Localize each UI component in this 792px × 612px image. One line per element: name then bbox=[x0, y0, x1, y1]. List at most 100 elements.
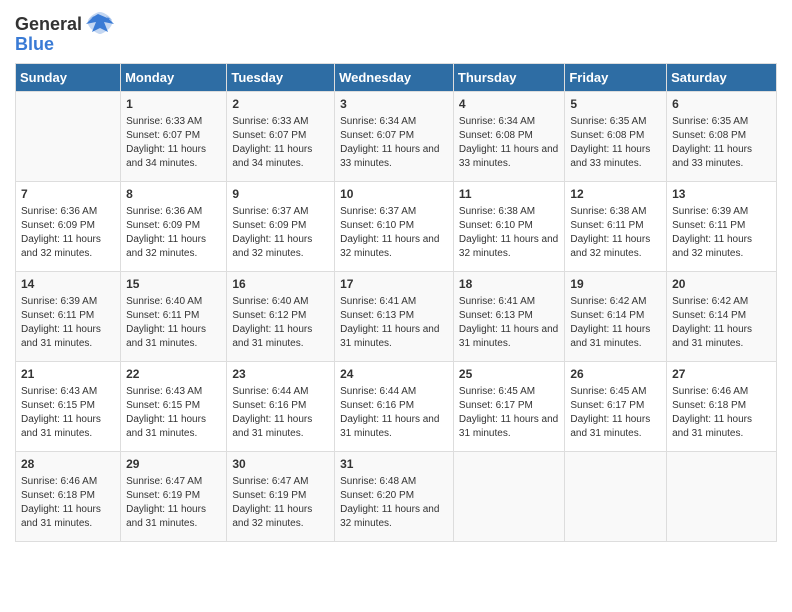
day-number: 23 bbox=[232, 366, 329, 383]
header-wednesday: Wednesday bbox=[335, 64, 454, 92]
calendar-cell bbox=[453, 452, 564, 542]
calendar-cell: 5 Sunrise: 6:35 AMSunset: 6:08 PMDaylight… bbox=[565, 92, 667, 182]
day-info: Sunrise: 6:35 AMSunset: 6:08 PMDaylight:… bbox=[570, 115, 661, 171]
day-number: 26 bbox=[570, 366, 661, 383]
calendar-cell: 2 Sunrise: 6:33 AMSunset: 6:07 PMDaylight… bbox=[227, 92, 335, 182]
day-number: 12 bbox=[570, 186, 661, 203]
day-number: 30 bbox=[232, 456, 329, 473]
day-info: Sunrise: 6:38 AMSunset: 6:10 PMDaylight:… bbox=[459, 205, 559, 261]
calendar-cell: 1 Sunrise: 6:33 AMSunset: 6:07 PMDaylight… bbox=[121, 92, 227, 182]
day-number: 14 bbox=[21, 276, 115, 293]
day-number: 3 bbox=[340, 96, 448, 113]
calendar-cell: 18 Sunrise: 6:41 AMSunset: 6:13 PMDayligh… bbox=[453, 272, 564, 362]
calendar-cell: 23 Sunrise: 6:44 AMSunset: 6:16 PMDayligh… bbox=[227, 362, 335, 452]
header-friday: Friday bbox=[565, 64, 667, 92]
page-header: General Blue bbox=[15, 10, 777, 55]
calendar-cell: 27 Sunrise: 6:46 AMSunset: 6:18 PMDayligh… bbox=[667, 362, 777, 452]
calendar-cell: 13 Sunrise: 6:39 AMSunset: 6:11 PMDayligh… bbox=[667, 182, 777, 272]
day-info: Sunrise: 6:47 AMSunset: 6:19 PMDaylight:… bbox=[126, 475, 221, 531]
day-number: 31 bbox=[340, 456, 448, 473]
day-info: Sunrise: 6:39 AMSunset: 6:11 PMDaylight:… bbox=[672, 205, 771, 261]
day-number: 7 bbox=[21, 186, 115, 203]
day-number: 22 bbox=[126, 366, 221, 383]
day-info: Sunrise: 6:40 AMSunset: 6:11 PMDaylight:… bbox=[126, 295, 221, 351]
logo-bird-icon bbox=[84, 10, 116, 38]
calendar-cell: 4Sunrise: 6:34 AMSunset: 6:08 PMDaylight… bbox=[453, 92, 564, 182]
calendar-cell: 17Sunrise: 6:41 AMSunset: 6:13 PMDayligh… bbox=[335, 272, 454, 362]
calendar-cell: 7 Sunrise: 6:36 AMSunset: 6:09 PMDaylight… bbox=[16, 182, 121, 272]
header-tuesday: Tuesday bbox=[227, 64, 335, 92]
day-number: 29 bbox=[126, 456, 221, 473]
day-info: Sunrise: 6:43 AMSunset: 6:15 PMDaylight:… bbox=[126, 385, 221, 441]
calendar-cell: 26 Sunrise: 6:45 AMSunset: 6:17 PMDayligh… bbox=[565, 362, 667, 452]
calendar-cell: 12Sunrise: 6:38 AMSunset: 6:11 PMDayligh… bbox=[565, 182, 667, 272]
calendar-cell: 10Sunrise: 6:37 AMSunset: 6:10 PMDayligh… bbox=[335, 182, 454, 272]
calendar-week-row: 7 Sunrise: 6:36 AMSunset: 6:09 PMDaylight… bbox=[16, 182, 777, 272]
calendar-cell: 31 Sunrise: 6:48 AMSunset: 6:20 PMDayligh… bbox=[335, 452, 454, 542]
calendar-week-row: 1 Sunrise: 6:33 AMSunset: 6:07 PMDaylight… bbox=[16, 92, 777, 182]
day-info: Sunrise: 6:33 AMSunset: 6:07 PMDaylight:… bbox=[232, 115, 329, 171]
day-info: Sunrise: 6:45 AMSunset: 6:17 PMDaylight:… bbox=[570, 385, 661, 441]
day-number: 25 bbox=[459, 366, 559, 383]
day-number: 27 bbox=[672, 366, 771, 383]
calendar-cell: 9Sunrise: 6:37 AMSunset: 6:09 PMDaylight… bbox=[227, 182, 335, 272]
day-number: 2 bbox=[232, 96, 329, 113]
logo-text: General bbox=[15, 14, 82, 35]
calendar-week-row: 21 Sunrise: 6:43 AMSunset: 6:15 PMDayligh… bbox=[16, 362, 777, 452]
day-number: 24 bbox=[340, 366, 448, 383]
day-info: Sunrise: 6:35 AMSunset: 6:08 PMDaylight:… bbox=[672, 115, 771, 171]
day-number: 13 bbox=[672, 186, 771, 203]
day-info: Sunrise: 6:45 AMSunset: 6:17 PMDaylight:… bbox=[459, 385, 559, 441]
calendar-week-row: 28Sunrise: 6:46 AMSunset: 6:18 PMDayligh… bbox=[16, 452, 777, 542]
day-info: Sunrise: 6:44 AMSunset: 6:16 PMDaylight:… bbox=[232, 385, 329, 441]
day-info: Sunrise: 6:33 AMSunset: 6:07 PMDaylight:… bbox=[126, 115, 221, 171]
day-info: Sunrise: 6:47 AMSunset: 6:19 PMDaylight:… bbox=[232, 475, 329, 531]
day-info: Sunrise: 6:46 AMSunset: 6:18 PMDaylight:… bbox=[21, 475, 115, 531]
calendar-cell: 20Sunrise: 6:42 AMSunset: 6:14 PMDayligh… bbox=[667, 272, 777, 362]
day-info: Sunrise: 6:46 AMSunset: 6:18 PMDaylight:… bbox=[672, 385, 771, 441]
calendar-cell bbox=[16, 92, 121, 182]
calendar-cell: 30 Sunrise: 6:47 AMSunset: 6:19 PMDayligh… bbox=[227, 452, 335, 542]
calendar-cell: 6 Sunrise: 6:35 AMSunset: 6:08 PMDaylight… bbox=[667, 92, 777, 182]
day-info: Sunrise: 6:44 AMSunset: 6:16 PMDaylight:… bbox=[340, 385, 448, 441]
header-thursday: Thursday bbox=[453, 64, 564, 92]
day-info: Sunrise: 6:41 AMSunset: 6:13 PMDaylight:… bbox=[459, 295, 559, 351]
day-number: 15 bbox=[126, 276, 221, 293]
header-saturday: Saturday bbox=[667, 64, 777, 92]
calendar-cell: 3Sunrise: 6:34 AMSunset: 6:07 PMDaylight… bbox=[335, 92, 454, 182]
calendar-cell: 8 Sunrise: 6:36 AMSunset: 6:09 PMDaylight… bbox=[121, 182, 227, 272]
calendar-cell: 15 Sunrise: 6:40 AMSunset: 6:11 PMDayligh… bbox=[121, 272, 227, 362]
header-sunday: Sunday bbox=[16, 64, 121, 92]
logo-blue-text: Blue bbox=[15, 34, 54, 55]
calendar-cell: 29 Sunrise: 6:47 AMSunset: 6:19 PMDayligh… bbox=[121, 452, 227, 542]
day-info: Sunrise: 6:37 AMSunset: 6:09 PMDaylight:… bbox=[232, 205, 329, 261]
calendar-cell: 19Sunrise: 6:42 AMSunset: 6:14 PMDayligh… bbox=[565, 272, 667, 362]
day-info: Sunrise: 6:48 AMSunset: 6:20 PMDaylight:… bbox=[340, 475, 448, 531]
day-number: 1 bbox=[126, 96, 221, 113]
day-info: Sunrise: 6:37 AMSunset: 6:10 PMDaylight:… bbox=[340, 205, 448, 261]
day-info: Sunrise: 6:40 AMSunset: 6:12 PMDaylight:… bbox=[232, 295, 329, 351]
day-info: Sunrise: 6:43 AMSunset: 6:15 PMDaylight:… bbox=[21, 385, 115, 441]
day-number: 21 bbox=[21, 366, 115, 383]
day-number: 4 bbox=[459, 96, 559, 113]
calendar-cell: 25 Sunrise: 6:45 AMSunset: 6:17 PMDayligh… bbox=[453, 362, 564, 452]
day-number: 8 bbox=[126, 186, 221, 203]
day-info: Sunrise: 6:39 AMSunset: 6:11 PMDaylight:… bbox=[21, 295, 115, 351]
calendar-table: SundayMondayTuesdayWednesdayThursdayFrid… bbox=[15, 63, 777, 542]
calendar-cell: 21 Sunrise: 6:43 AMSunset: 6:15 PMDayligh… bbox=[16, 362, 121, 452]
day-number: 19 bbox=[570, 276, 661, 293]
day-number: 16 bbox=[232, 276, 329, 293]
calendar-cell: 28Sunrise: 6:46 AMSunset: 6:18 PMDayligh… bbox=[16, 452, 121, 542]
calendar-cell bbox=[565, 452, 667, 542]
day-info: Sunrise: 6:36 AMSunset: 6:09 PMDaylight:… bbox=[21, 205, 115, 261]
day-info: Sunrise: 6:36 AMSunset: 6:09 PMDaylight:… bbox=[126, 205, 221, 261]
day-number: 6 bbox=[672, 96, 771, 113]
day-number: 11 bbox=[459, 186, 559, 203]
day-number: 17 bbox=[340, 276, 448, 293]
header-monday: Monday bbox=[121, 64, 227, 92]
calendar-header-row: SundayMondayTuesdayWednesdayThursdayFrid… bbox=[16, 64, 777, 92]
calendar-cell: 22 Sunrise: 6:43 AMSunset: 6:15 PMDayligh… bbox=[121, 362, 227, 452]
calendar-cell: 11 Sunrise: 6:38 AMSunset: 6:10 PMDayligh… bbox=[453, 182, 564, 272]
day-number: 18 bbox=[459, 276, 559, 293]
day-number: 5 bbox=[570, 96, 661, 113]
